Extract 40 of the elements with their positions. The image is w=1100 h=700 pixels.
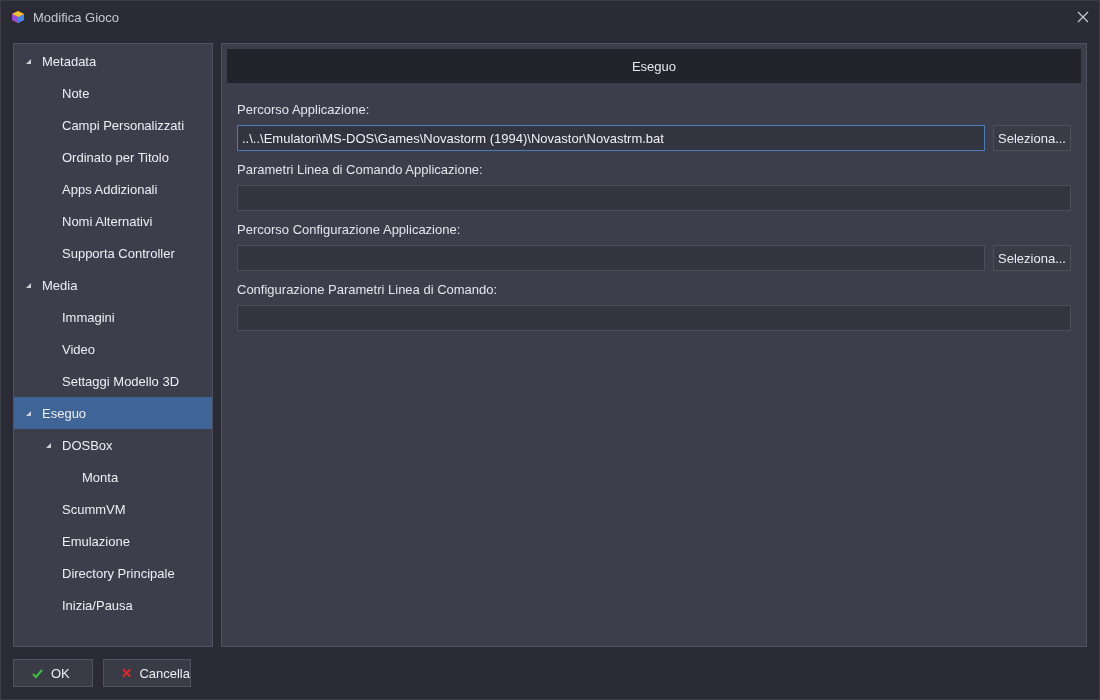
input-field[interactable] [237,185,1071,211]
tree-item[interactable]: Emulazione [14,525,212,557]
tree-item[interactable]: Metadata [14,45,212,77]
panel-title: Eseguo [631,58,677,74]
expand-arrow-icon[interactable] [44,441,52,449]
tree-item[interactable]: Video [14,333,212,365]
input-field[interactable] [237,245,985,271]
expand-arrow-icon[interactable] [24,281,32,289]
tree-item[interactable]: Monta [14,461,212,493]
tree-item[interactable]: Supporta Controller [14,237,212,269]
expand-arrow-icon[interactable] [24,409,32,417]
tree-item[interactable]: Ordinato per Titolo [14,141,212,173]
field-label: Percorso Applicazione: [237,102,371,117]
tree-item[interactable]: Apps Addizionali [14,173,212,205]
ok-button[interactable]: OK [13,659,93,687]
field-label: Parametri Linea di Comando Applicazione: [237,162,484,177]
browse-button[interactable]: Seleziona... [993,245,1071,271]
check-icon [32,667,43,679]
window-title: Modifica Gioco [33,9,120,25]
tree-item[interactable]: Inizia/Pausa [14,589,212,621]
input-field[interactable] [237,305,1071,331]
input-field[interactable]: ..\..\Emulatori\MS-DOS\Games\Novastorm (1994)\Novastor\Novastrm.bat [237,125,985,151]
cancel-button[interactable]: Cancella [103,659,191,687]
tree-item[interactable]: Campi Personalizzati [14,109,212,141]
browse-button[interactable]: Seleziona... [993,125,1071,151]
tree-item[interactable]: Immagini [14,301,212,333]
tree-item[interactable]: ScummVM [14,493,212,525]
app-logo-icon [11,10,25,24]
close-icon[interactable] [1077,11,1089,23]
tree-item[interactable]: Nomi Alternativi [14,205,212,237]
expand-arrow-icon[interactable] [24,57,32,65]
tree-item[interactable]: Directory Principale [14,557,212,589]
tree-item[interactable]: Settaggi Modello 3D [14,365,212,397]
tree-item[interactable]: Note [14,77,212,109]
tree-item[interactable]: Eseguo [14,397,212,429]
tree-item[interactable]: DOSBox [14,429,212,461]
field-label: Configurazione Parametri Linea di Comando: [237,282,499,297]
field-label: Percorso Configurazione Applicazione: [237,222,462,237]
cross-icon [122,668,132,678]
tree-item[interactable]: Media [14,269,212,301]
